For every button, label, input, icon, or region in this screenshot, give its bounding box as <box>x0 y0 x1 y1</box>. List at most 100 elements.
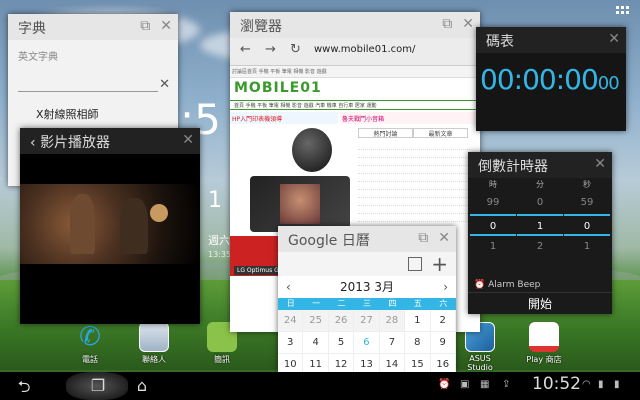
wifi-icon[interactable]: ◠ <box>582 379 591 390</box>
upload-status-icon[interactable]: ⇪ <box>502 379 510 390</box>
calendar-titlebar[interactable]: Google 日曆 ⧉ ✕ <box>278 226 456 252</box>
tab-latest[interactable]: 最新文章 <box>413 128 468 138</box>
seconds-prev[interactable]: 59 <box>564 192 610 214</box>
all-apps-icon[interactable] <box>616 6 630 18</box>
close-icon[interactable]: ✕ <box>594 156 606 172</box>
home-icon[interactable]: ⌂ <box>126 376 158 396</box>
minutes-prev[interactable]: 0 <box>517 192 563 214</box>
close-icon[interactable]: ✕ <box>608 31 620 47</box>
close-icon[interactable]: ✕ <box>462 16 474 32</box>
maximize-icon[interactable]: ⧉ <box>140 18 150 34</box>
ad-banner-right[interactable]: 魯夫戰鬥小音箱 <box>340 112 480 124</box>
stopwatch-titlebar[interactable]: 碼表 ✕ <box>476 27 626 53</box>
video-player-window[interactable]: ‹ 影片播放器 ✕ <box>20 128 200 324</box>
phone-image[interactable] <box>250 176 350 232</box>
add-event-icon[interactable]: + <box>431 252 448 276</box>
day-cell[interactable]: 28 <box>379 310 406 332</box>
stopwatch-window[interactable]: 碼表 ✕ 00:00:0000 <box>476 27 626 131</box>
ad-banner-left[interactable]: HP入門印表機領導 <box>230 112 338 124</box>
signal-icon[interactable]: ▮ <box>598 379 604 390</box>
close-icon[interactable]: ✕ <box>182 132 194 148</box>
seconds-next[interactable]: 1 <box>564 236 610 258</box>
day-cell[interactable]: 9 <box>430 332 456 354</box>
list-item[interactable] <box>358 166 470 174</box>
day-cell[interactable]: 4 <box>303 332 329 354</box>
day-cell[interactable]: 3 <box>278 332 304 354</box>
prev-month-icon[interactable]: ‹ <box>286 276 291 298</box>
browser-titlebar[interactable]: 瀏覽器 ⧉ ✕ <box>230 12 480 38</box>
calendar-view-icon[interactable] <box>408 257 422 271</box>
day-cell[interactable]: 26 <box>328 310 355 332</box>
countdown-titlebar[interactable]: 倒數計時器 ✕ <box>468 152 612 178</box>
day-cell-today[interactable]: 6 <box>354 332 380 354</box>
day-cell[interactable]: 12 <box>329 354 355 372</box>
day-cell[interactable]: 15 <box>405 354 431 372</box>
close-icon[interactable]: ✕ <box>160 18 172 34</box>
maximize-icon[interactable]: ⧉ <box>442 16 452 32</box>
back-arrow-icon[interactable]: ← <box>240 42 251 57</box>
seconds-picker[interactable]: 秒 59 0 1 <box>564 178 610 258</box>
reload-icon[interactable]: ↻ <box>290 42 301 57</box>
address-bar[interactable]: www.mobile01.com/ <box>314 44 415 55</box>
back-icon[interactable]: ⮌ <box>8 376 40 396</box>
photo-status-icon[interactable]: ▦ <box>480 379 489 390</box>
speaker-image[interactable] <box>292 128 332 172</box>
clear-icon[interactable]: ✕ <box>159 77 170 92</box>
hours-current[interactable]: 0 <box>470 214 516 236</box>
maximize-icon[interactable]: ⧉ <box>418 230 428 246</box>
day-cell[interactable]: 14 <box>380 354 406 372</box>
site-nav-row[interactable]: 首頁 手機 平板 筆電 相機 影音 遊戲 汽車 機車 自行車 居家 運動 <box>230 100 480 110</box>
day-cell[interactable]: 5 <box>328 332 355 354</box>
hours-next[interactable]: 1 <box>470 236 516 258</box>
site-menu-strip[interactable]: 討論區首頁 手機 平板 筆電 相機 影音 遊戲 <box>230 66 480 78</box>
start-button[interactable]: 開始 <box>468 292 612 314</box>
alarm-sound-selector[interactable]: ⏰ Alarm Beep <box>474 280 540 290</box>
day-cell[interactable]: 10 <box>278 354 304 372</box>
close-icon[interactable]: ✕ <box>438 230 450 246</box>
status-clock[interactable]: 10:52 <box>532 374 581 394</box>
dock-play-store[interactable]: Play 商店 <box>520 322 568 365</box>
hours-prev[interactable]: 99 <box>470 192 516 214</box>
day-cell[interactable]: 7 <box>379 332 406 354</box>
day-cell[interactable]: 25 <box>303 310 329 332</box>
day-cell[interactable]: 24 <box>278 310 304 332</box>
dictionary-titlebar[interactable]: 字典 ⧉ ✕ <box>8 14 178 40</box>
list-item[interactable] <box>358 174 470 182</box>
hours-picker[interactable]: 時 99 0 1 <box>470 178 516 258</box>
list-item[interactable] <box>358 198 470 206</box>
day-cell[interactable]: 13 <box>354 354 380 372</box>
dock-contacts[interactable]: 聯絡人 <box>130 322 178 365</box>
forward-arrow-icon[interactable]: → <box>265 42 276 57</box>
recent-apps-icon[interactable]: ❐ <box>82 376 114 396</box>
day-cell[interactable]: 2 <box>430 310 456 332</box>
seconds-current[interactable]: 0 <box>564 214 610 236</box>
list-item[interactable] <box>358 142 470 150</box>
site-logo[interactable]: MOBILE01 <box>234 80 322 96</box>
list-item[interactable] <box>358 150 470 158</box>
battery-icon[interactable]: ▮ <box>614 379 620 390</box>
countdown-window[interactable]: 倒數計時器 ✕ 時 99 0 1 分 0 1 2 秒 59 0 1 ⏰ Alar… <box>468 152 612 314</box>
dictionary-result-item[interactable]: X射線照相師 <box>36 106 99 122</box>
dictionary-search-input[interactable] <box>18 74 158 92</box>
day-cell[interactable]: 16 <box>431 354 456 372</box>
minutes-current[interactable]: 1 <box>517 214 563 236</box>
notification-status-icon[interactable]: ▣ <box>460 379 469 390</box>
list-item[interactable] <box>358 158 470 166</box>
video-frame[interactable] <box>20 184 200 264</box>
day-cell[interactable]: 11 <box>303 354 329 372</box>
day-cell[interactable]: 8 <box>405 332 431 354</box>
back-chevron-icon[interactable]: ‹ <box>30 135 36 151</box>
list-item[interactable] <box>358 214 470 222</box>
list-item[interactable] <box>358 206 470 214</box>
minutes-next[interactable]: 2 <box>517 236 563 258</box>
tab-hot[interactable]: 熱門討論 <box>358 128 413 138</box>
day-cell[interactable]: 27 <box>354 310 380 332</box>
dock-phone[interactable]: ✆ 電話 <box>66 322 114 365</box>
calendar-window[interactable]: Google 日曆 ⧉ ✕ + ‹ 2013 3月 › 日 一 二 三 四 五 六… <box>278 226 456 372</box>
day-cell[interactable]: 1 <box>405 310 431 332</box>
promo-caption[interactable]: LG Optimus G <box>234 266 282 275</box>
minutes-picker[interactable]: 分 0 1 2 <box>517 178 563 258</box>
alarm-status-icon[interactable]: ⏰ <box>438 379 450 390</box>
list-item[interactable] <box>358 190 470 198</box>
next-month-icon[interactable]: › <box>443 276 448 298</box>
